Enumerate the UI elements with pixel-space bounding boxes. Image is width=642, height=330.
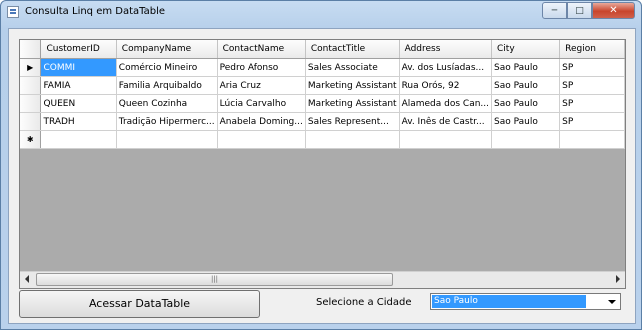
grid-cell[interactable]: SP: [559, 76, 625, 95]
grid-cell[interactable]: Marketing Assistant: [305, 76, 400, 95]
close-button[interactable]: ✕: [592, 2, 635, 19]
city-selected-value: Sao Paulo: [432, 295, 586, 308]
grid-cell[interactable]: Queen Cozinha: [116, 94, 218, 113]
grid-cell[interactable]: Anabela Doming...: [217, 112, 306, 131]
table-row[interactable]: TRADH Tradição Hipermerc... Anabela Domi…: [20, 112, 625, 131]
grid-cell[interactable]: Comércio Mineiro: [116, 58, 218, 77]
grid-cell[interactable]: COMMI: [40, 58, 117, 77]
scroll-left-icon[interactable]: [25, 275, 29, 283]
data-grid-table: CustomerID CompanyName ContactName Conta…: [20, 40, 625, 149]
maximize-button[interactable]: □: [567, 2, 592, 19]
column-header-contacttitle[interactable]: ContactTitle: [305, 40, 400, 59]
app-icon: [7, 6, 19, 18]
grid-cell[interactable]: [305, 130, 400, 149]
data-grid-view[interactable]: CustomerID CompanyName ContactName Conta…: [19, 39, 626, 289]
table-row[interactable]: FAMIA Familia Arquibaldo Aria Cruz Marke…: [20, 76, 625, 95]
grid-cell[interactable]: Sales Associate: [305, 58, 400, 77]
row-header[interactable]: ✱: [20, 130, 42, 149]
column-header-customerid[interactable]: CustomerID: [40, 40, 117, 59]
grid-cell[interactable]: [559, 130, 625, 149]
grid-cell[interactable]: Av. dos Lusíadas...: [399, 58, 493, 77]
horizontal-scrollbar[interactable]: |||: [20, 271, 625, 288]
access-datatable-button[interactable]: Acessar DataTable: [19, 290, 260, 318]
grid-cell[interactable]: Sao Paulo: [491, 94, 561, 113]
grid-cell[interactable]: Av. Inês de Castr...: [399, 112, 493, 131]
row-header[interactable]: [20, 112, 42, 131]
maximize-icon: □: [575, 5, 584, 16]
grid-cell[interactable]: TRADH: [40, 112, 117, 131]
grid-cell[interactable]: Marketing Assistant: [305, 94, 400, 113]
grid-cell[interactable]: Tradição Hipermerc...: [116, 112, 218, 131]
grid-cell[interactable]: Pedro Afonso: [217, 58, 306, 77]
grid-cell[interactable]: Aria Cruz: [217, 76, 306, 95]
minimize-button[interactable]: ─: [542, 2, 567, 19]
close-icon: ✕: [609, 5, 618, 16]
form-client-area: CustomerID CompanyName ContactName Conta…: [8, 28, 636, 324]
grid-cell[interactable]: Rua Orós, 92: [399, 76, 493, 95]
grid-cell[interactable]: Lúcia Carvalho: [217, 94, 306, 113]
grid-header-row: CustomerID CompanyName ContactName Conta…: [20, 40, 625, 59]
grid-cell[interactable]: SP: [559, 58, 625, 77]
grid-cell[interactable]: Sao Paulo: [491, 76, 561, 95]
caption-buttons: ─ □ ✕: [542, 2, 635, 19]
grid-cell[interactable]: [116, 130, 218, 149]
grid-cell[interactable]: Familia Arquibaldo: [116, 76, 218, 95]
city-combobox[interactable]: Sao Paulo: [430, 293, 621, 310]
grid-corner-header[interactable]: [20, 40, 42, 59]
row-header[interactable]: [20, 76, 42, 95]
column-header-address[interactable]: Address: [399, 40, 493, 59]
row-header[interactable]: ▶: [20, 58, 42, 77]
scroll-right-icon[interactable]: [616, 275, 620, 283]
scrollbar-thumb[interactable]: |||: [36, 273, 393, 286]
app-window: Consulta Linq em DataTable ─ □ ✕ Custome…: [0, 0, 642, 330]
current-row-arrow-icon: ▶: [27, 63, 34, 72]
chevron-down-icon[interactable]: [608, 300, 616, 304]
grid-cell[interactable]: Alameda dos Can...: [399, 94, 493, 113]
table-row[interactable]: QUEEN Queen Cozinha Lúcia Carvalho Marke…: [20, 94, 625, 113]
grid-cell[interactable]: [217, 130, 306, 149]
grid-cell[interactable]: SP: [559, 94, 625, 113]
grid-cell[interactable]: [40, 130, 117, 149]
grid-cell[interactable]: SP: [559, 112, 625, 131]
column-header-city[interactable]: City: [491, 40, 561, 59]
grid-cell[interactable]: FAMIA: [40, 76, 117, 95]
new-row-asterisk-icon: ✱: [26, 135, 34, 144]
city-label: Selecione a Cidade: [316, 297, 412, 308]
grid-cell[interactable]: [399, 130, 493, 149]
column-header-contactname[interactable]: ContactName: [217, 40, 306, 59]
minimize-icon: ─: [551, 5, 558, 16]
row-header[interactable]: [20, 94, 42, 113]
table-row[interactable]: ▶ COMMI Comércio Mineiro Pedro Afonso Sa…: [20, 58, 625, 77]
grid-cell[interactable]: [491, 130, 561, 149]
column-header-region[interactable]: Region: [559, 40, 625, 59]
new-row[interactable]: ✱: [20, 130, 625, 149]
grid-cell[interactable]: Sales Represent...: [305, 112, 400, 131]
column-header-companyname[interactable]: CompanyName: [116, 40, 218, 59]
grid-cell[interactable]: QUEEN: [40, 94, 117, 113]
grid-cell[interactable]: Sao Paulo: [491, 112, 561, 131]
grid-cell[interactable]: Sao Paulo: [491, 58, 561, 77]
grip-icon: |||: [210, 275, 219, 283]
window-title: Consulta Linq em DataTable: [25, 6, 166, 17]
title-bar[interactable]: Consulta Linq em DataTable ─ □ ✕: [1, 1, 641, 25]
